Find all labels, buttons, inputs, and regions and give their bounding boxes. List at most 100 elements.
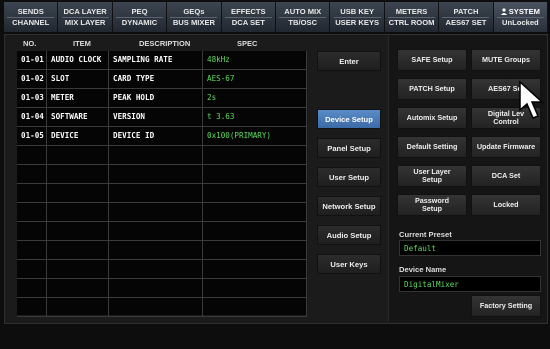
cell-item: AUDIO CLOCK (47, 51, 109, 69)
cell-item: METER (47, 89, 109, 107)
cell-empty (17, 279, 47, 297)
cell-empty (109, 298, 203, 316)
cell-empty (109, 279, 203, 297)
table-row-empty (17, 165, 307, 184)
tab-label: DCA SET (224, 16, 272, 28)
tab-label: GEQs (183, 6, 205, 16)
audio-setup-button[interactable]: Audio Setup (317, 225, 381, 245)
current-preset-label: Current Preset (399, 230, 452, 239)
cell-empty (109, 222, 203, 240)
tab-sends-channel[interactable]: SENDS CHANNEL (4, 2, 59, 32)
table-row[interactable]: 01-01 AUDIO CLOCK SAMPLING RATE 48kHz (17, 51, 307, 70)
cell-empty (203, 203, 307, 221)
table-row[interactable]: 01-03 METER PEAK HOLD 2s (17, 89, 307, 108)
cell-empty (47, 241, 109, 259)
mute-groups-button[interactable]: MUTE Groups (471, 49, 541, 71)
tab-automix-tbosc[interactable]: AUTO MIX TB/OSC (276, 2, 331, 32)
tab-system[interactable]: SYSTEM UnLocked (493, 2, 549, 32)
update-firmware-button[interactable]: Update Firmware (471, 136, 541, 158)
table-row-empty (17, 184, 307, 203)
tab-usb-user-keys[interactable]: USB KEY USER KEYS (330, 2, 385, 32)
mouse-pointer-icon (519, 80, 544, 119)
cell-description: VERSION (109, 108, 203, 126)
table-row-empty (17, 260, 307, 279)
tab-label: METERS (395, 6, 428, 16)
tab-geqs-bus-mixer[interactable]: GEQs BUS MIXER (167, 2, 222, 32)
device-name-field[interactable]: DigitalMixer (399, 276, 541, 292)
table-row-empty (17, 298, 307, 317)
cell-empty (203, 184, 307, 202)
cell-empty (47, 279, 109, 297)
default-setting-button[interactable]: Default Setting (397, 136, 467, 158)
enter-button[interactable]: Enter (317, 51, 381, 71)
user-icon (500, 7, 507, 15)
cell-empty (47, 184, 109, 202)
cell-empty (203, 298, 307, 316)
network-setup-button[interactable]: Network Setup (317, 196, 381, 216)
info-table-rows: 01-01 AUDIO CLOCK SAMPLING RATE 48kHz 01… (17, 51, 307, 349)
tab-label: SENDS (17, 6, 44, 16)
tab-label: CHANNEL (7, 16, 55, 28)
panel-setup-button[interactable]: Panel Setup (317, 138, 381, 158)
cell-empty (109, 165, 203, 183)
header-item: ITEM (73, 39, 91, 48)
cell-empty (47, 298, 109, 316)
device-name-label: Device Name (399, 265, 447, 274)
tab-system-label-row: SYSTEM (500, 7, 540, 17)
cell-item: SOFTWARE (47, 108, 109, 126)
patch-setup-button[interactable]: PATCH Setup (397, 78, 467, 100)
tab-effects-dca-set[interactable]: EFFECTS DCA SET (221, 2, 277, 32)
cell-empty (17, 146, 47, 164)
cell-empty (109, 203, 203, 221)
tab-label: TB/OSC (279, 16, 327, 28)
password-setup-button[interactable]: Password Setup (397, 194, 467, 216)
factory-setting-button[interactable]: Factory Setting (471, 295, 541, 317)
table-row[interactable]: 01-02 SLOT CARD TYPE AES-67 (17, 70, 307, 89)
current-preset-field: Default (399, 240, 541, 256)
tab-label: MIX LAYER (61, 16, 109, 28)
cell-empty (203, 222, 307, 240)
cell-no: 01-02 (17, 70, 47, 88)
automix-setup-button[interactable]: Automix Setup (397, 107, 467, 129)
button-label: Setup (422, 204, 442, 213)
table-row[interactable]: 01-04 SOFTWARE VERSION t 3.63 (17, 108, 307, 127)
button-label: Setup (422, 175, 442, 184)
tab-dca-mix-layer[interactable]: DCA LAYER MIX LAYER (58, 2, 113, 32)
cell-item: DEVICE (47, 127, 109, 145)
cell-empty (109, 260, 203, 278)
cell-empty (47, 203, 109, 221)
device-setup-button[interactable]: Device Setup (317, 109, 381, 129)
user-keys-button[interactable]: User Keys (317, 254, 381, 274)
table-row-empty (17, 241, 307, 260)
header-description: DESCRIPTION (139, 39, 191, 48)
tab-peq-dynamic[interactable]: PEQ DYNAMIC (112, 2, 168, 32)
cell-no: 01-04 (17, 108, 47, 126)
tab-label: DYNAMIC (116, 16, 163, 28)
cell-empty (47, 146, 109, 164)
cell-empty (17, 241, 47, 259)
cell-empty (17, 260, 47, 278)
locked-button[interactable]: Locked (471, 194, 541, 216)
tab-meters-ctrl-room[interactable]: METERS CTRL ROOM (384, 2, 440, 32)
header-spec: SPEC (237, 39, 258, 48)
table-row-empty (17, 146, 307, 165)
button-label: Control (493, 117, 519, 126)
tab-label: UnLocked (496, 16, 544, 28)
table-row[interactable]: 01-05 DEVICE DEVICE ID 0x100(PRIMARY) (17, 127, 307, 146)
table-row-empty (17, 279, 307, 298)
user-layer-setup-button[interactable]: User Layer Setup (397, 165, 467, 187)
cell-empty (17, 184, 47, 202)
tab-label: DCA LAYER (63, 6, 107, 16)
table-row-empty (17, 203, 307, 222)
tab-patch-aes67[interactable]: PATCH AES67 SET (439, 2, 494, 32)
tab-label: PEQ (131, 6, 148, 16)
cell-empty (203, 260, 307, 278)
top-nav: SENDS CHANNEL DCA LAYER MIX LAYER PEQ DYNAM… (4, 2, 549, 32)
cell-empty (17, 222, 47, 240)
user-setup-button[interactable]: User Setup (317, 167, 381, 187)
safe-setup-button[interactable]: SAFE Setup (397, 49, 467, 71)
tab-label: CTRL ROOM (388, 16, 436, 27)
cell-no: 01-01 (17, 51, 47, 69)
cell-description: CARD TYPE (109, 70, 203, 88)
dca-set-button[interactable]: DCA Set (471, 165, 541, 187)
